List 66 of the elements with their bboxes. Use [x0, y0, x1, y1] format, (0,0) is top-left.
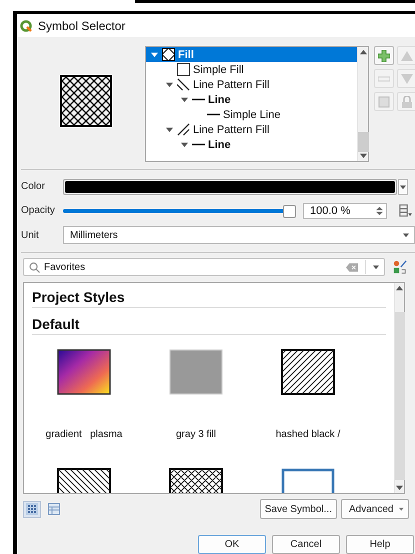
symbol-thumbnail — [281, 349, 335, 395]
dropdown-arrow-icon — [403, 232, 409, 238]
unit-dropdown[interactable]: Millimeters — [63, 226, 415, 244]
color-dropdown-button[interactable] — [398, 178, 408, 195]
expand-arrow-icon[interactable] — [166, 126, 173, 134]
opacity-slider[interactable] — [63, 204, 295, 218]
grid-icon — [26, 503, 38, 515]
search-field[interactable]: Favorites — [23, 258, 385, 276]
section-heading: Project Styles — [32, 285, 386, 308]
spin-arrows-icon[interactable] — [376, 206, 383, 216]
view-mode-button[interactable] — [23, 500, 41, 518]
scrollbar[interactable] — [357, 47, 368, 162]
down-triangle-icon — [401, 72, 413, 85]
search-icon — [29, 262, 40, 273]
view-mode-button[interactable] — [45, 500, 63, 518]
save-symbol-button[interactable]: Save Symbol... — [260, 499, 337, 519]
plus-icon — [378, 50, 390, 62]
unit-label: Unit — [21, 230, 40, 241]
library-scrollbar[interactable] — [394, 283, 404, 493]
symbol-item[interactable]: gradient plasma — [28, 349, 140, 440]
tree-item[interactable]: Fill — [146, 47, 357, 62]
symbol-thumbnail — [57, 349, 111, 395]
symbol-preview — [60, 74, 112, 127]
lock-icon — [401, 96, 413, 108]
opacity-label: Opacity — [21, 205, 56, 216]
style-manager-icon[interactable] — [393, 260, 407, 274]
table-icon — [48, 503, 60, 515]
dropdown-arrow-icon[interactable] — [373, 264, 379, 270]
scroll-thumb[interactable] — [394, 312, 404, 480]
scroll-up-icon[interactable] — [360, 49, 366, 56]
diagonal-lines-icon — [177, 78, 190, 92]
expand-arrow-icon[interactable] — [181, 96, 188, 104]
opacity-spinbox[interactable]: 100.0 % — [303, 202, 387, 219]
dialog-button[interactable]: OK — [198, 535, 266, 554]
expand-arrow-icon[interactable] — [166, 81, 173, 88]
tree-item[interactable]: Line Pattern Fill — [146, 77, 357, 92]
add-layer-button[interactable] — [374, 46, 394, 66]
window-title: Symbol Selector — [38, 18, 126, 33]
square-icon — [177, 63, 190, 76]
color-label: Color — [21, 181, 46, 192]
slider-handle[interactable] — [283, 204, 296, 218]
expand-arrow-icon[interactable] — [151, 51, 158, 58]
app-logo-icon — [20, 20, 32, 32]
dropdown-arrow-icon — [399, 506, 404, 512]
dialog-button[interactable]: Help — [346, 535, 414, 554]
clear-icon[interactable] — [346, 262, 358, 272]
section-heading: Default — [32, 312, 386, 335]
symbol-thumbnail — [169, 349, 223, 395]
diagonal-lines-icon — [177, 123, 190, 136]
scroll-down-icon[interactable] — [360, 152, 366, 160]
symbol-item[interactable]: gray 3 fill — [140, 349, 252, 440]
dropdown-arrow-icon — [400, 184, 406, 190]
up-triangle-icon — [401, 50, 413, 62]
scroll-thumb[interactable] — [358, 132, 368, 152]
expand-arrow-icon[interactable] — [181, 141, 188, 148]
tree-item[interactable]: Line — [146, 92, 357, 108]
layer-icon — [378, 96, 390, 108]
tree-item[interactable]: Line Pattern Fill — [146, 122, 357, 138]
scroll-up-icon[interactable] — [396, 285, 403, 292]
tree-item[interactable]: Simple Line — [146, 107, 357, 122]
tree-item[interactable]: Line — [146, 137, 357, 152]
advanced-button[interactable]: Advanced — [341, 499, 409, 519]
tree-item[interactable]: Simple Fill — [146, 62, 357, 78]
dialog-button[interactable]: Cancel — [272, 535, 340, 554]
scroll-down-icon[interactable] — [396, 484, 403, 491]
data-defined-icon[interactable] — [397, 204, 412, 218]
